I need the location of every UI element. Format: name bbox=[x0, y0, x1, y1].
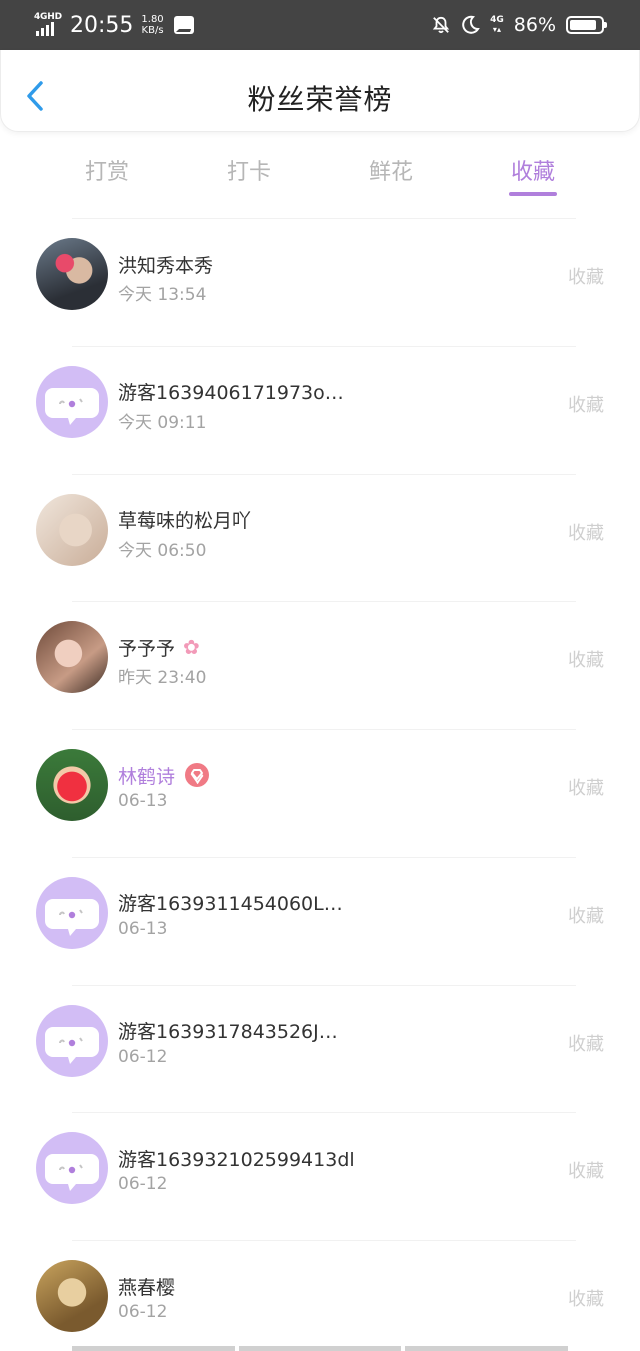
collect-label: 收藏 bbox=[568, 1289, 604, 1310]
name-line: 予予予 ✿ bbox=[118, 632, 200, 662]
cherry-blossom-icon: ✿ bbox=[183, 635, 200, 660]
timestamp: 今天 09:11 bbox=[118, 412, 207, 433]
bell-off-icon bbox=[432, 16, 450, 34]
name-line: 草莓味的松月吖 bbox=[118, 505, 251, 535]
gallery-notification-icon bbox=[173, 16, 194, 34]
network-speed-unit: KB/s bbox=[141, 25, 164, 36]
collect-label: 收藏 bbox=[568, 778, 604, 799]
default-avatar-chat-bubble-icon[interactable] bbox=[36, 876, 108, 949]
name-line: 游客1639311454060L… bbox=[118, 888, 343, 918]
name-line: 燕春樱 bbox=[118, 1271, 175, 1301]
user-name: 游客1639317843526J… bbox=[118, 1021, 338, 1043]
timestamp: 今天 13:54 bbox=[118, 285, 207, 305]
timestamp: 06-13 bbox=[118, 791, 168, 811]
timestamp: 06-12 bbox=[118, 1174, 168, 1195]
list-item[interactable]: 燕春樱 06-12 收藏 bbox=[0, 1241, 640, 1351]
collect-label: 收藏 bbox=[568, 267, 604, 288]
tab-3[interactable]: 收藏 bbox=[462, 132, 604, 218]
user-name: 游客1639406171973o… bbox=[118, 382, 344, 405]
avatar[interactable] bbox=[36, 621, 108, 694]
default-avatar-chat-bubble-icon[interactable] bbox=[36, 1132, 108, 1205]
list-item[interactable]: 游客1639317843526J… 06-12 收藏 bbox=[0, 986, 640, 1114]
user-name: 予予予 bbox=[118, 637, 176, 660]
list-item[interactable]: 林鹤诗 06-13 收藏 bbox=[0, 730, 640, 858]
name-line: 林鹤诗 bbox=[118, 760, 210, 790]
name-line: 游客1639317843526J… bbox=[118, 1016, 338, 1046]
status-time: 20:55 bbox=[70, 12, 134, 38]
battery-icon bbox=[566, 16, 607, 34]
name-line: 游客163932102599413dl bbox=[118, 1143, 355, 1173]
user-name: 林鹤诗 bbox=[118, 765, 176, 788]
collect-label: 收藏 bbox=[568, 522, 604, 544]
collect-label: 收藏 bbox=[568, 1033, 604, 1055]
top-navigation-bar: 粉丝荣誉榜 bbox=[0, 50, 640, 132]
default-avatar-chat-bubble-icon[interactable] bbox=[36, 365, 108, 438]
list-item[interactable]: 游客1639406171973o… 今天 09:11 收藏 bbox=[0, 347, 640, 475]
ranking-tabs: 打赏 打卡 鲜花 收藏 bbox=[36, 132, 604, 218]
tab-1[interactable]: 打卡 bbox=[178, 132, 320, 218]
collect-label: 收藏 bbox=[568, 905, 604, 927]
vip-diamond-icon bbox=[185, 763, 210, 787]
tab-0[interactable]: 打赏 bbox=[36, 132, 178, 218]
user-name: 草莓味的松月吖 bbox=[118, 510, 252, 532]
user-name: 燕春樱 bbox=[118, 1276, 176, 1299]
page-title: 粉丝荣誉榜 bbox=[247, 83, 393, 116]
list-item[interactable]: 草莓味的松月吖 今天 06:50 收藏 bbox=[0, 475, 640, 603]
name-line: 洪知秀本秀 bbox=[118, 249, 213, 279]
avatar[interactable] bbox=[36, 493, 108, 566]
cellular-signal-icon: 4GHD bbox=[34, 12, 64, 38]
avatar[interactable] bbox=[36, 1260, 108, 1332]
name-line: 游客1639406171973o… bbox=[118, 377, 344, 407]
list-item[interactable]: 洪知秀本秀今天 13:54 收藏 bbox=[0, 219, 640, 347]
collect-label: 收藏 bbox=[568, 650, 604, 672]
fan-list: 洪知秀本秀 今天 13:54 收藏 游客1639406171973o… 今天 09:11… bbox=[0, 219, 640, 1351]
tab-2[interactable]: 鲜花 bbox=[320, 132, 462, 218]
battery-percent: 86% bbox=[513, 14, 556, 36]
collect-label: 收藏 bbox=[568, 394, 604, 416]
avatar[interactable] bbox=[36, 238, 108, 310]
collect-label: 收藏 bbox=[568, 1161, 604, 1183]
user-name: 游客1639311454060L… bbox=[118, 893, 343, 916]
default-avatar-chat-bubble-icon[interactable] bbox=[36, 1004, 108, 1077]
user-name: 游客163932102599413dl bbox=[118, 1148, 355, 1171]
mobile-data-label: 4G bbox=[490, 15, 504, 25]
user-name: 洪知秀本秀 bbox=[118, 254, 214, 277]
moon-icon bbox=[462, 15, 480, 34]
timestamp: 今天 06:50 bbox=[118, 540, 207, 561]
bottom-edge-bar bbox=[72, 1346, 569, 1351]
mobile-data-icon: 4G ▾▴ bbox=[490, 15, 504, 35]
network-speed: 1.80 KB/s bbox=[141, 14, 163, 36]
timestamp: 06-13 bbox=[118, 918, 168, 939]
status-bar: 4GHD 20:55 1.80 KB/s 4G ▾▴ 86% bbox=[0, 0, 640, 50]
list-item[interactable]: 游客1639311454060L… 06-13 收藏 bbox=[0, 858, 640, 986]
network-type-label: 4GHD bbox=[34, 12, 62, 22]
list-item[interactable]: 予予予 ✿ 昨天 23:40 收藏 bbox=[0, 602, 640, 730]
timestamp: 06-12 bbox=[118, 1302, 168, 1322]
list-item[interactable]: 游客163932102599413dl 06-12 收藏 bbox=[0, 1113, 640, 1241]
timestamp: 06-12 bbox=[118, 1046, 168, 1067]
network-speed-value: 1.80 bbox=[141, 14, 164, 25]
avatar[interactable] bbox=[36, 749, 108, 821]
timestamp: 昨天 23:40 bbox=[118, 668, 207, 689]
